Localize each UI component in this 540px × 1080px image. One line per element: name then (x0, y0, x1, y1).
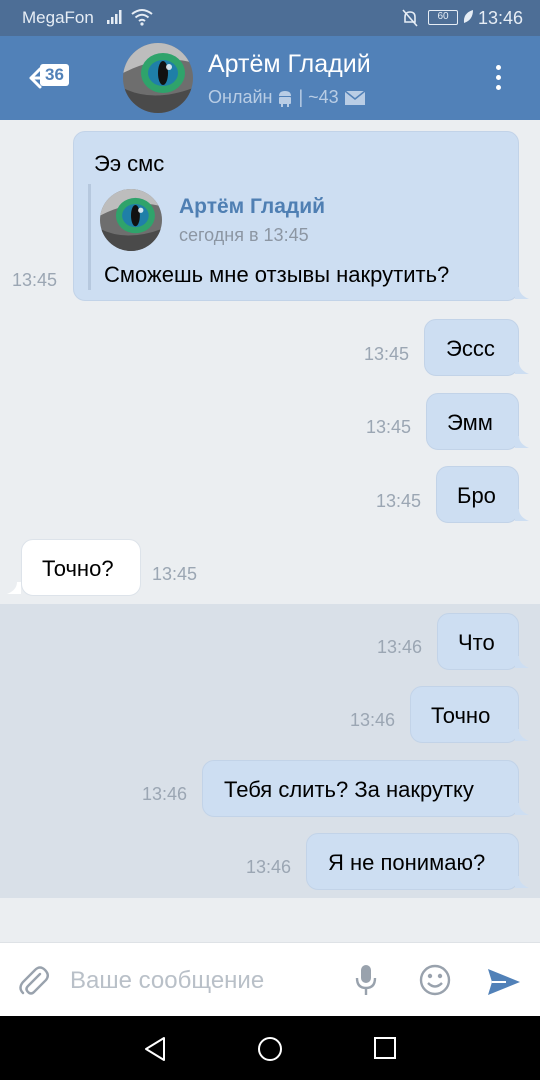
envelope-icon (344, 89, 366, 105)
message-time: 13:45 (364, 344, 410, 364)
message-bubble[interactable]: Ээ смс Артём Гладий сегодня в 13:45 Смож… (73, 131, 519, 301)
nav-home-icon[interactable] (257, 1036, 283, 1062)
status-bar: MegaFon 60 13:46 (0, 0, 540, 36)
message-bubble[interactable]: Бро (436, 466, 519, 523)
message-bubble[interactable]: Точно? (21, 539, 141, 596)
message-text: Бро (457, 483, 496, 508)
more-options-button[interactable] (485, 60, 511, 100)
forwarded-avatar (100, 189, 162, 251)
android-icon (279, 90, 292, 107)
message-text: Эмм (447, 410, 493, 435)
message-bubble[interactable]: Тебя слить? За накрутку (202, 760, 519, 817)
leaf-icon (463, 10, 473, 23)
message-bubble[interactable]: Что (437, 613, 519, 670)
message-text: Эссс (446, 336, 495, 361)
signal-icon (107, 10, 122, 24)
chat-header: 36 Артём Гладий Онлайн | ~43 (0, 36, 540, 120)
bell-off-icon (402, 9, 418, 27)
message-composer: Ваше сообщение (0, 942, 540, 1016)
message-text: Точно? (42, 556, 114, 581)
message-time: 13:45 (12, 270, 58, 290)
nav-recent-icon[interactable] (373, 1036, 397, 1060)
bubble-tail (515, 436, 529, 448)
message-text: Что (458, 630, 495, 655)
forwarded-author[interactable]: Артём Гладий (179, 195, 325, 219)
status-separator: | (298, 87, 304, 107)
message-time: 13:45 (376, 491, 422, 511)
microphone-icon[interactable] (354, 963, 378, 997)
message-bubble[interactable]: Эссс (424, 319, 519, 376)
message-time: 13:46 (377, 637, 423, 657)
contact-status: Онлайн | ~43 (208, 87, 366, 108)
bubble-tail (515, 362, 529, 374)
system-nav-bar (0, 1016, 540, 1080)
bubble-tail (515, 876, 529, 888)
forwarded-text: Сможешь мне отзывы накрутить? (104, 262, 450, 287)
forwarded-date: сегодня в 13:45 (179, 225, 309, 245)
send-icon[interactable] (486, 967, 522, 997)
wifi-icon (131, 9, 153, 26)
nav-back-icon[interactable] (143, 1036, 167, 1062)
forwarded-message[interactable]: Артём Гладий сегодня в 13:45 Сможешь мне… (88, 184, 508, 290)
message-input[interactable]: Ваше сообщение (70, 967, 264, 995)
message-time: 13:46 (246, 857, 292, 877)
avatar[interactable] (123, 43, 193, 113)
message-bubble[interactable]: Эмм (426, 393, 519, 450)
unread-badge: 36 (40, 64, 69, 86)
bubble-tail (515, 509, 529, 521)
bubble-tail (7, 582, 21, 594)
online-status: Онлайн (208, 87, 273, 107)
message-time: 13:46 (142, 784, 188, 804)
paperclip-icon[interactable] (18, 965, 50, 999)
message-bubble[interactable]: Я не понимаю? (306, 833, 519, 890)
message-text: Я не понимаю? (328, 850, 486, 875)
message-time: 13:45 (152, 564, 198, 584)
smile-icon[interactable] (418, 963, 452, 997)
carrier-name: MegaFon (22, 8, 94, 27)
message-time: 13:45 (366, 417, 412, 437)
battery-indicator: 60 (428, 10, 458, 25)
message-time: 13:46 (350, 710, 396, 730)
message-counter: ~43 (308, 87, 339, 107)
status-time: 13:46 (478, 8, 524, 28)
message-list[interactable]: Ээ смс Артём Гладий сегодня в 13:45 Смож… (0, 120, 540, 942)
back-button[interactable]: 36 (22, 54, 76, 104)
bubble-tail (515, 803, 529, 815)
bubble-tail (515, 287, 529, 299)
bubble-tail (515, 729, 529, 741)
bubble-tail (515, 656, 529, 668)
contact-name[interactable]: Артём Гладий (208, 50, 371, 79)
message-bubble[interactable]: Точно (410, 686, 519, 743)
message-text: Ээ смс (94, 151, 165, 176)
more-vertical-icon (495, 65, 501, 70)
message-text: Точно (431, 703, 491, 728)
message-text: Тебя слить? За накрутку (224, 777, 474, 802)
